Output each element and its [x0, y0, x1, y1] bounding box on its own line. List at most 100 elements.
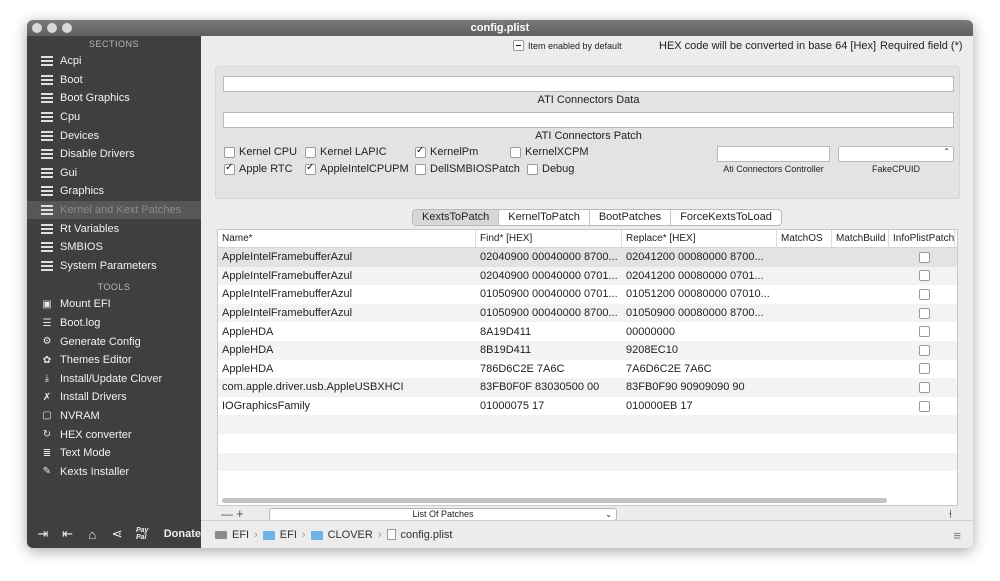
sidebar-item-cpu[interactable]: Cpu	[27, 108, 201, 127]
dellsmbiospatch-option[interactable]: DellSMBIOSPatch	[415, 163, 520, 175]
table-row[interactable]: AppleIntelFramebufferAzul 01050900 000400…	[218, 285, 957, 304]
sidebar-tool-mount-efi[interactable]: ▣ Mount EFI	[27, 295, 201, 314]
kernelxcpm-checkbox[interactable]	[510, 146, 521, 158]
cell-name[interactable]: AppleHDA	[218, 326, 476, 338]
path-item-clover[interactable]: CLOVER	[328, 529, 373, 541]
dellsmbiospatch-checkbox[interactable]	[415, 163, 426, 175]
import-icon[interactable]: ⇥	[35, 526, 51, 542]
appleintelcpupm-option[interactable]: AppleIntelCPUPM	[305, 162, 409, 175]
kernel-cpu-checkbox[interactable]	[224, 146, 235, 158]
kernel-cpu-option[interactable]: Kernel CPU	[224, 146, 297, 158]
debug-checkbox[interactable]	[527, 163, 538, 175]
sidebar-item-gui[interactable]: Gui	[27, 164, 201, 183]
infoplistpatch-checkbox[interactable]	[918, 307, 930, 319]
horizontal-scrollbar[interactable]	[222, 498, 887, 503]
infoplistpatch-checkbox[interactable]	[918, 251, 930, 263]
table-row[interactable]: com.apple.driver.usb.AppleUSBXHCI 83FB0F0…	[218, 378, 957, 397]
col-infoplistpatch-header[interactable]: InfoPlistPatch	[889, 230, 955, 247]
cell-replace[interactable]: 02041200 00080000 0701...	[622, 270, 777, 282]
sidebar-item-boot-graphics[interactable]: Boot Graphics	[27, 89, 201, 108]
cell-find[interactable]: 01000075 17	[476, 400, 622, 412]
infoplistpatch-checkbox[interactable]	[918, 326, 930, 338]
cell-replace[interactable]: 83FB0F90 90909090 90	[622, 381, 777, 393]
cell-replace[interactable]: 02041200 00080000 8700...	[622, 251, 777, 263]
table-row[interactable]: IOGraphicsFamily 01000075 17 010000EB 17	[218, 397, 957, 416]
path-item-efi-volume[interactable]: EFI	[232, 529, 249, 541]
sidebar-item-disable-drivers[interactable]: Disable Drivers	[27, 145, 201, 164]
debug-option[interactable]: Debug	[527, 163, 574, 175]
cell-replace[interactable]: 010000EB 17	[622, 400, 777, 412]
cell-find[interactable]: 8A19D411	[476, 326, 622, 338]
sidebar-tool-install-update-clover[interactable]: ⤓ Install/Update Clover	[27, 370, 201, 389]
kernel-lapic-option[interactable]: Kernel LAPIC	[305, 146, 387, 158]
infoplistpatch-checkbox[interactable]	[918, 288, 930, 300]
path-item-efi-folder[interactable]: EFI	[280, 529, 297, 541]
sidebar-tool-boot-log[interactable]: ☰ Boot.log	[27, 314, 201, 333]
cell-find[interactable]: 83FB0F0F 83030500 00	[476, 381, 622, 393]
zoom-button[interactable]	[62, 23, 72, 33]
cell-name[interactable]: AppleIntelFramebufferAzul	[218, 251, 476, 263]
kernelxcpm-option[interactable]: KernelXCPM	[510, 146, 589, 158]
sidebar-item-graphics[interactable]: Graphics	[27, 182, 201, 201]
fakecpuid-combobox[interactable]: ⌃	[838, 146, 954, 162]
cell-name[interactable]: com.apple.driver.usb.AppleUSBXHCI	[218, 381, 476, 393]
add-row-button[interactable]: +	[236, 506, 244, 521]
sidebar-tool-hex-converter[interactable]: ↻ HEX converter	[27, 425, 201, 444]
ati-connectors-patch-field[interactable]	[223, 112, 954, 128]
sidebar-tool-install-drivers[interactable]: ✗ Install Drivers	[27, 388, 201, 407]
sidebar-item-kernel-and-kext-patches[interactable]: Kernel and Kext Patches	[27, 200, 201, 220]
sidebar-item-devices[interactable]: Devices	[27, 126, 201, 145]
col-matchbuild-header[interactable]: MatchBuild	[832, 230, 889, 247]
menu-lines-icon[interactable]: ≡	[953, 528, 961, 543]
col-replace-header[interactable]: Replace* [HEX]	[622, 230, 777, 247]
export-icon[interactable]: ⇤	[60, 526, 76, 542]
ati-connectors-data-field[interactable]	[223, 76, 954, 92]
cell-find[interactable]: 8B19D411	[476, 344, 622, 356]
col-matchos-header[interactable]: MatchOS	[777, 230, 832, 247]
cell-find[interactable]: 786D6C2E 7A6C	[476, 363, 622, 375]
table-row[interactable]: AppleIntelFramebufferAzul 01050900 000400…	[218, 303, 957, 323]
cell-replace[interactable]: 00000000	[622, 326, 777, 338]
close-button[interactable]	[32, 23, 42, 33]
tab-forcekextstoload[interactable]: ForceKextsToLoad	[671, 210, 781, 225]
table-row[interactable]: AppleIntelFramebufferAzul 02040900 000400…	[218, 248, 957, 267]
infoplistpatch-checkbox[interactable]	[918, 363, 930, 375]
sidebar-tool-text-mode[interactable]: ≣ Text Mode	[27, 444, 201, 463]
apple-rtc-option[interactable]: Apple RTC	[224, 162, 293, 175]
cell-find[interactable]: 01050900 00040000 8700...	[476, 307, 622, 319]
cell-name[interactable]: IOGraphicsFamily	[218, 400, 476, 412]
ati-connectors-controller-field[interactable]	[717, 146, 830, 162]
infoplistpatch-checkbox[interactable]	[918, 400, 930, 412]
sidebar-item-boot[interactable]: Boot	[27, 71, 201, 90]
kernelpm-option[interactable]: KernelPm	[415, 145, 478, 158]
table-row[interactable]: AppleHDA 8B19D411 9208EC10	[218, 340, 957, 360]
infoplistpatch-checkbox[interactable]	[918, 381, 930, 393]
cell-name[interactable]: AppleIntelFramebufferAzul	[218, 270, 476, 282]
share-icon[interactable]: ⋖	[109, 526, 125, 542]
cell-name[interactable]: AppleIntelFramebufferAzul	[218, 288, 476, 300]
sidebar-tool-generate-config[interactable]: ⚙ Generate Config	[27, 332, 201, 351]
tab-kextstopatch[interactable]: KextsToPatch	[413, 210, 500, 225]
path-item-config-plist[interactable]: config.plist	[401, 529, 453, 541]
sidebar-item-smbios[interactable]: SMBIOS	[27, 238, 201, 257]
table-row[interactable]: AppleHDA 8A19D411 00000000	[218, 322, 957, 341]
sidebar-item-acpi[interactable]: Acpi	[27, 52, 201, 71]
table-row[interactable]: AppleIntelFramebufferAzul 02040900 000400…	[218, 266, 957, 286]
cell-find[interactable]: 01050900 00040000 0701...	[476, 288, 622, 300]
donate-button[interactable]: Pay Pal Donate	[136, 527, 201, 541]
tab-bootpatches[interactable]: BootPatches	[590, 210, 672, 225]
cell-name[interactable]: AppleIntelFramebufferAzul	[218, 307, 476, 319]
remove-row-button[interactable]: —	[221, 507, 233, 521]
cell-find[interactable]: 02040900 00040000 0701...	[476, 270, 622, 282]
cell-name[interactable]: AppleHDA	[218, 363, 476, 375]
kernelpm-checkbox[interactable]	[415, 145, 426, 158]
cell-replace[interactable]: 7A6D6C2E 7A6C	[622, 363, 777, 375]
cell-replace[interactable]: 01050900 00080000 8700...	[622, 307, 777, 319]
minimize-button[interactable]	[47, 23, 57, 33]
apple-rtc-checkbox[interactable]	[224, 162, 235, 175]
sidebar-item-system-parameters[interactable]: System Parameters	[27, 257, 201, 276]
cell-name[interactable]: AppleHDA	[218, 344, 476, 356]
sidebar-tool-kexts-installer[interactable]: ✎ Kexts Installer	[27, 462, 201, 481]
appleintelcpupm-checkbox[interactable]	[305, 162, 316, 175]
sidebar-tool-themes-editor[interactable]: ✿ Themes Editor	[27, 351, 201, 370]
